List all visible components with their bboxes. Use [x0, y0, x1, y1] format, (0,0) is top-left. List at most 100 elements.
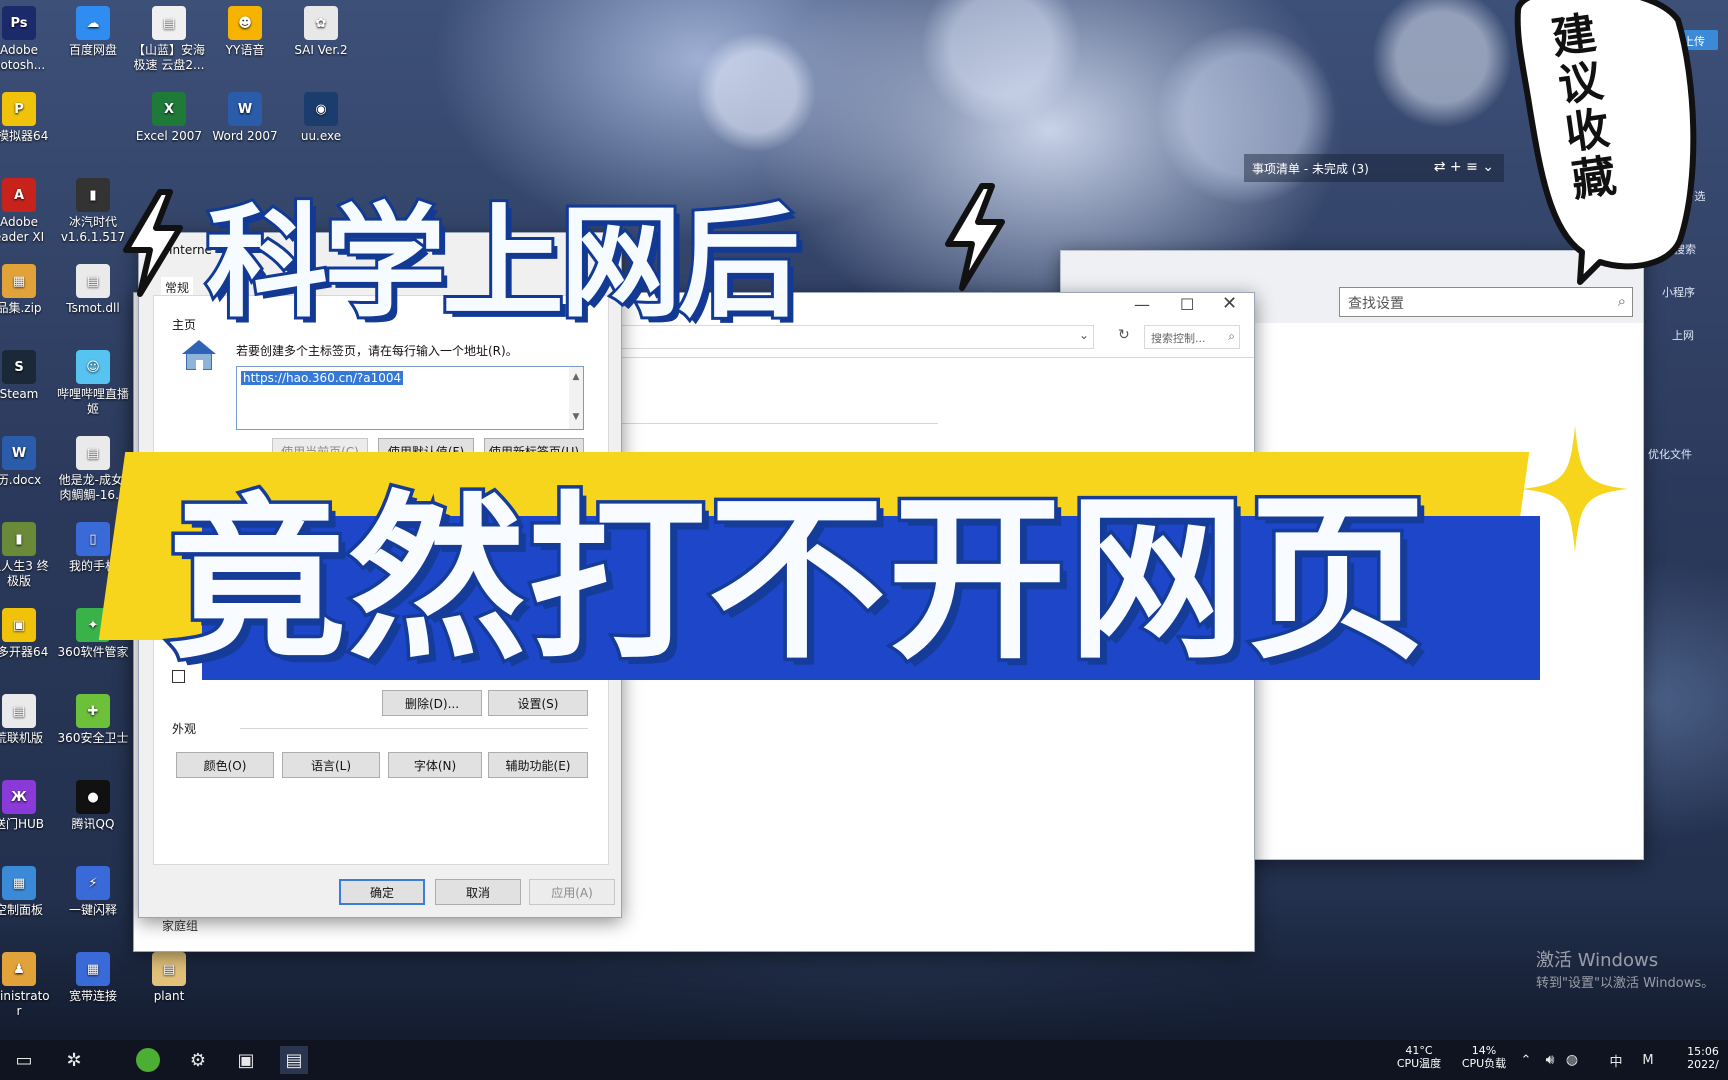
desktop-icon[interactable]: ⚡ 一键闪释 — [54, 866, 132, 918]
desktop-icon[interactable]: ▤ 【山蓝】安海 极速 云盘2... — [130, 6, 208, 73]
clock[interactable]: 15:06 2022/ — [1680, 1045, 1726, 1071]
taskbar: ▭ ✲ ⚙ ▣ ▤ 41°C CPU温度 14% CPU负载 ⌃ 🔊︎ ◍ 中 … — [0, 1040, 1728, 1080]
settings-search-placeholder: 查找设置 — [1348, 296, 1404, 312]
desktop-icon[interactable]: ☺ 哔哩哔哩直播 姬 — [54, 350, 132, 417]
desktop-icon-label: 宽带连接 — [68, 989, 117, 1003]
desktop-icon-label: 送门HUB — [0, 817, 45, 831]
activate-line2: 转到"设置"以激活 Windows。 — [1536, 976, 1715, 991]
cp-homegroup-label[interactable]: 家庭组 — [162, 917, 198, 934]
cp-max-button[interactable]: ☐ — [1180, 295, 1194, 314]
desktop-icon-label: 荒联机版 — [0, 731, 43, 745]
desktop-icon-label: 【山蓝】安海 极速 云盘2... — [132, 43, 205, 72]
desktop-icon[interactable]: X Excel 2007 — [130, 92, 208, 144]
desktop-icon[interactable]: ▤ plant — [130, 952, 208, 1004]
desktop-icon[interactable]: ☻ YY语音 — [206, 6, 284, 58]
app-icon: P — [2, 92, 36, 126]
app-icon: ◉ — [304, 92, 338, 126]
settings-search-input[interactable]: 查找设置 ⌕ — [1339, 287, 1633, 317]
io-colors-button[interactable]: 颜色(O) — [176, 752, 274, 778]
desktop-icon[interactable]: ▦ 空制面板 — [0, 866, 58, 918]
desktop-icon[interactable]: ☁ 百度网盘 — [54, 6, 132, 58]
app-icon: S — [2, 350, 36, 384]
chevron-down-icon[interactable]: ⌄ — [1079, 328, 1089, 342]
todo-controls[interactable]: ⇄ + ≡ ⌄ — [1434, 159, 1494, 175]
desktop-icon-label: uu.exe — [300, 129, 342, 143]
desktop-icon[interactable]: ✿ SAI Ver.2 — [282, 6, 360, 58]
app-icon: ▦ — [2, 264, 36, 298]
cp-close-button[interactable]: ✕ — [1222, 293, 1237, 314]
app-icon: ▮ — [76, 178, 110, 212]
cp-search-input[interactable]: 搜索控制... ⌕ — [1144, 325, 1240, 349]
desktop-icon-label: 腾讯QQ — [71, 817, 115, 831]
app-icon: ⚡ — [76, 866, 110, 900]
app-icon: Ж — [2, 780, 36, 814]
desktop-icon[interactable]: Ж 送门HUB — [0, 780, 58, 832]
lightning-left-icon — [123, 189, 183, 297]
io-settings-button[interactable]: 设置(S) — [488, 690, 588, 716]
cpu-temp: 41°C CPU温度 — [1394, 1044, 1444, 1070]
internet-options-taskbar-icon[interactable]: ▤ — [280, 1046, 308, 1074]
desktop-icon-label: 历.docx — [0, 473, 42, 487]
io-delete-button[interactable]: 删除(D)... — [382, 690, 482, 716]
desktop-icon[interactable]: W Word 2007 — [206, 92, 284, 144]
cpu-temp-value: 41°C — [1405, 1044, 1433, 1057]
desktop-icon-label: SAI Ver.2 — [294, 43, 348, 57]
ime-indicator[interactable]: 中 — [1602, 1046, 1630, 1074]
ime-mode-indicator[interactable]: M — [1634, 1046, 1662, 1074]
refresh-icon[interactable]: ↻ — [1118, 327, 1130, 343]
desktop-icon[interactable]: ▮ 以人生3 终 极版 — [0, 522, 58, 589]
todo-title: 事项清单 - 未完成 (3) — [1252, 162, 1369, 176]
app-icon: ☺ — [76, 350, 110, 384]
activate-line1: 激活 Windows — [1536, 950, 1659, 971]
app-icon: ▤ — [152, 6, 186, 40]
headline-bottom: 竟然打不开网页 — [165, 473, 1430, 687]
control-panel-taskbar-icon[interactable]: ▣ — [232, 1046, 260, 1074]
house-icon — [182, 340, 216, 370]
desktop-icon-label: e模拟器64 — [0, 129, 49, 143]
io-home-url-textarea[interactable]: https://hao.360.cn/?a1004 ▲ ▼ — [236, 366, 584, 430]
io-fonts-button[interactable]: 字体(N) — [388, 752, 482, 778]
desktop-icon[interactable]: Pe模拟器64 — [0, 92, 58, 144]
app-icon: ▣ — [2, 608, 36, 642]
io-cancel-button[interactable]: 取消 — [435, 879, 521, 905]
app-s-icon[interactable]: ✲ — [60, 1046, 88, 1074]
task-view-icon[interactable]: ▭ — [10, 1046, 38, 1074]
io-apply-button[interactable]: 应用(A) — [529, 879, 615, 905]
desktop-icon[interactable]: A Adobe eader XI — [0, 178, 58, 245]
io-accessibility-button[interactable]: 辅助功能(E) — [488, 752, 588, 778]
settings-gear-icon[interactable]: ⚙ — [184, 1046, 212, 1074]
desktop-icon-label: 以人生3 终 极版 — [0, 559, 49, 588]
app-icon: ▮ — [2, 522, 36, 556]
desktop-icon[interactable]: S Steam — [0, 350, 58, 402]
browser-360-icon[interactable] — [134, 1046, 162, 1074]
desktop-icon[interactable]: ▦ 宽带连接 — [54, 952, 132, 1004]
network-icon[interactable]: ◍ — [1558, 1046, 1586, 1074]
app-icon: ☻ — [228, 6, 262, 40]
app-icon: Ps — [2, 6, 36, 40]
cp-min-button[interactable]: — — [1134, 295, 1150, 314]
desktop-icon[interactable]: ♟ ministrato r — [0, 952, 58, 1019]
io-languages-button[interactable]: 语言(L) — [282, 752, 380, 778]
desktop-icon-label: 360软件管家 — [57, 645, 129, 659]
app-icon: ✚ — [76, 694, 110, 728]
io-ok-button[interactable]: 确定 — [339, 879, 425, 905]
desktop-icon-label: 品集.zip — [0, 301, 42, 315]
app-icon: A — [2, 178, 36, 212]
desktop-icon[interactable]: ▤ 荒联机版 — [0, 694, 58, 746]
desktop-icon-label: 一键闪释 — [68, 903, 117, 917]
todo-widget[interactable]: 事项清单 - 未完成 (3) ⇄ + ≡ ⌄ — [1244, 154, 1504, 182]
desktop-icon[interactable]: Ps Adobe hotosh... — [0, 6, 58, 73]
activate-watermark: 激活 Windows 转到"设置"以激活 Windows。 — [1536, 946, 1714, 991]
desktop-icon[interactable]: W 历.docx — [0, 436, 58, 488]
search-icon: ⌕ — [1617, 292, 1626, 310]
desktop-icon[interactable]: ▦ 品集.zip — [0, 264, 58, 316]
desktop-icon[interactable]: ◉ uu.exe — [282, 92, 360, 144]
clock-date: 2022/ — [1687, 1058, 1719, 1071]
desktop-icon[interactable]: ▣ e多开器64 — [0, 608, 58, 660]
desktop-icon[interactable]: ● 腾讯QQ — [54, 780, 132, 832]
io-textarea-scrollbar[interactable]: ▲ ▼ — [569, 367, 583, 429]
cp-divider-2 — [614, 423, 938, 424]
desktop-icon[interactable]: ✚ 360安全卫士 — [54, 694, 132, 746]
app-icon: ✿ — [304, 6, 338, 40]
lightning-right-icon — [945, 183, 1005, 291]
